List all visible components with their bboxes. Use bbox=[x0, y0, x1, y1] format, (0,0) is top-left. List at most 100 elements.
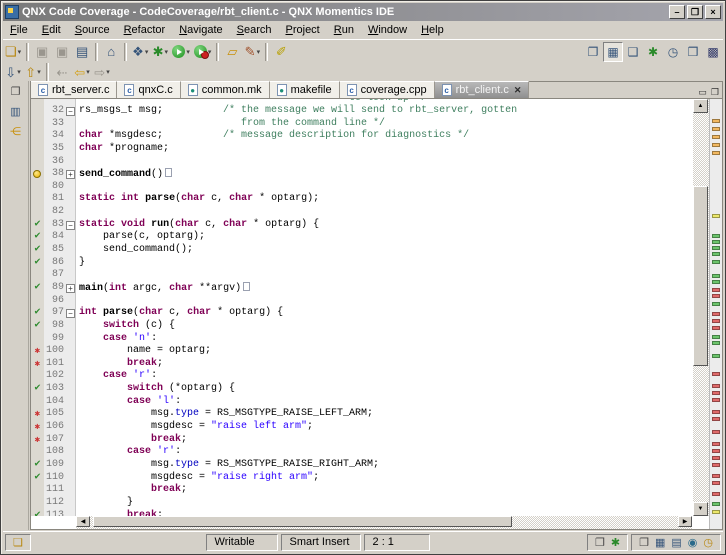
code-line-33[interactable]: 33 from the command line */ bbox=[31, 118, 692, 131]
menu-file[interactable]: File bbox=[3, 22, 35, 38]
code-line-107[interactable]: ✱107 break; bbox=[31, 434, 692, 447]
overview-mark-r[interactable] bbox=[712, 384, 720, 388]
new-wizard-button[interactable]: ❏▾ bbox=[3, 42, 23, 62]
previous-annotation-button[interactable]: ⇧▾ bbox=[23, 62, 43, 82]
marker-column[interactable] bbox=[31, 295, 44, 308]
overview-mark-g[interactable] bbox=[712, 240, 720, 244]
overview-mark-o[interactable] bbox=[712, 143, 720, 147]
menu-navigate[interactable]: Navigate bbox=[172, 22, 229, 38]
window-icon[interactable]: ❐ bbox=[639, 536, 649, 549]
overview-mark-g[interactable] bbox=[712, 274, 720, 278]
marker-column[interactable]: ✔ bbox=[31, 244, 44, 257]
code-line-81[interactable]: 81static int parse(char c, char * optarg… bbox=[31, 193, 692, 206]
cpp-perspective-button[interactable]: ❑ bbox=[623, 42, 643, 62]
marker-column[interactable] bbox=[31, 497, 44, 510]
code-line-84[interactable]: ✔84 parse(c, optarg); bbox=[31, 231, 692, 244]
code-line-89[interactable]: ✔89+main(int argc, char **argv) bbox=[31, 282, 692, 295]
tab-rbt_server.c[interactable]: crbt_server.c bbox=[31, 81, 117, 98]
minimize-button[interactable]: – bbox=[669, 5, 685, 19]
code-line-36[interactable]: 36 bbox=[31, 156, 692, 169]
save-button[interactable]: ▣ bbox=[32, 42, 52, 62]
marker-column[interactable] bbox=[31, 181, 44, 194]
overview-mark-r[interactable] bbox=[712, 288, 720, 292]
code-line-99[interactable]: 99 case 'n': bbox=[31, 333, 692, 346]
menu-project[interactable]: Project bbox=[279, 22, 327, 38]
code-line-83[interactable]: ✔83−static void run(char c, char * optar… bbox=[31, 219, 692, 232]
dropdown-arrow-icon[interactable]: ▾ bbox=[18, 48, 22, 56]
code-coverage-perspective-button[interactable]: ▦ bbox=[603, 42, 623, 62]
tab-common.mk[interactable]: ●common.mk bbox=[181, 81, 270, 98]
marker-column[interactable] bbox=[31, 130, 44, 143]
dropdown-arrow-icon[interactable]: ▾ bbox=[106, 68, 110, 76]
overview-mark-r[interactable] bbox=[712, 463, 720, 467]
close-button[interactable]: × bbox=[705, 5, 721, 19]
marker-column[interactable]: ✱ bbox=[31, 408, 44, 421]
marker-column[interactable] bbox=[31, 333, 44, 346]
fold-collapse-icon[interactable]: − bbox=[66, 309, 75, 318]
menu-source[interactable]: Source bbox=[68, 22, 117, 38]
code-editor[interactable]: to look up */ 32−rs_msgs_t msg; /* the m… bbox=[31, 99, 692, 516]
overview-mark-g[interactable] bbox=[712, 302, 720, 306]
highlight-button[interactable]: ✐ bbox=[271, 42, 291, 62]
overview-mark-r[interactable] bbox=[712, 312, 720, 316]
system-info-perspective-button[interactable]: ◷ bbox=[663, 42, 683, 62]
outline-view-button[interactable]: ⋲ bbox=[7, 123, 25, 139]
marker-column[interactable] bbox=[31, 484, 44, 497]
coverage-launch-button[interactable]: ▾ bbox=[192, 42, 214, 62]
code-line-102[interactable]: 102 case 'r': bbox=[31, 370, 692, 383]
code-line-103[interactable]: ✔103 switch (*optarg) { bbox=[31, 383, 692, 396]
marker-column[interactable]: ✱ bbox=[31, 421, 44, 434]
debug-perspective-button[interactable]: ✱ bbox=[643, 42, 663, 62]
code-line-112[interactable]: 112 } bbox=[31, 497, 692, 510]
code-line-101[interactable]: ✱101 break; bbox=[31, 358, 692, 371]
menu-window[interactable]: Window bbox=[361, 22, 414, 38]
code-line-100[interactable]: ✱100 name = optarg; bbox=[31, 345, 692, 358]
overview-mark-r[interactable] bbox=[712, 492, 720, 496]
fast-view-toggle[interactable]: ❏ bbox=[5, 534, 31, 551]
marker-column[interactable]: ✔ bbox=[31, 459, 44, 472]
restore-tray-icon[interactable]: ❐ bbox=[595, 536, 605, 549]
overview-mark-g[interactable] bbox=[712, 234, 720, 238]
overview-mark-r[interactable] bbox=[712, 474, 720, 478]
code-line-34[interactable]: 34char *msgdesc; /* message description … bbox=[31, 130, 692, 143]
next-annotation-button[interactable]: ⇩▾ bbox=[3, 62, 23, 82]
launch-config-icon[interactable]: ✱ bbox=[611, 536, 620, 549]
marker-column[interactable]: ✔ bbox=[31, 219, 44, 232]
code-line-106[interactable]: ✱106 msgdesc = "raise left arm"; bbox=[31, 421, 692, 434]
code-line-108[interactable]: 108 case 'r': bbox=[31, 446, 692, 459]
build-button[interactable]: ⌂ bbox=[101, 42, 121, 62]
overview-mark-g[interactable] bbox=[712, 354, 720, 358]
code-line-111[interactable]: 111 break; bbox=[31, 484, 692, 497]
menu-search[interactable]: Search bbox=[230, 22, 279, 38]
collapsed-code-icon[interactable] bbox=[165, 168, 172, 177]
overview-mark-r[interactable] bbox=[712, 442, 720, 446]
marker-column[interactable]: ✔ bbox=[31, 307, 44, 320]
editor-minimize-icon[interactable]: ▭ bbox=[698, 87, 707, 98]
overview-mark-g[interactable] bbox=[712, 502, 720, 506]
cc-results-view-button[interactable]: ▥ bbox=[7, 103, 25, 119]
overview-mark-g[interactable] bbox=[712, 252, 720, 256]
overview-mark-o[interactable] bbox=[712, 119, 720, 123]
marker-column[interactable]: ✔ bbox=[31, 510, 44, 517]
fold-collapse-icon[interactable]: − bbox=[66, 107, 75, 116]
last-edit-location-button[interactable]: ⇠ bbox=[52, 62, 72, 82]
marker-column[interactable] bbox=[31, 206, 44, 219]
maximize-button[interactable]: ❒ bbox=[687, 5, 703, 19]
marker-column[interactable] bbox=[31, 118, 44, 131]
overview-mark-r[interactable] bbox=[712, 326, 720, 330]
fold-collapse-icon[interactable]: − bbox=[66, 221, 75, 230]
marker-column[interactable] bbox=[31, 446, 44, 459]
marker-column[interactable] bbox=[31, 269, 44, 282]
dropdown-arrow-icon[interactable]: ▾ bbox=[145, 48, 149, 56]
menu-edit[interactable]: Edit bbox=[35, 22, 68, 38]
code-line-104[interactable]: 104 case 'l': bbox=[31, 396, 692, 409]
globe-icon[interactable]: ◉ bbox=[688, 536, 698, 549]
open-perspective-button[interactable]: ❐ bbox=[583, 42, 603, 62]
marker-column[interactable]: ✱ bbox=[31, 345, 44, 358]
title-bar[interactable]: QNX Code Coverage - CodeCoverage/rbt_cli… bbox=[3, 3, 723, 21]
code-line-105[interactable]: ✱105 msg.type = RS_MSGTYPE_RAISE_LEFT_AR… bbox=[31, 408, 692, 421]
marker-column[interactable]: ✔ bbox=[31, 472, 44, 485]
overview-mark-o[interactable] bbox=[712, 135, 720, 139]
marker-column[interactable] bbox=[31, 193, 44, 206]
tab-close-icon[interactable]: ✕ bbox=[514, 85, 522, 96]
